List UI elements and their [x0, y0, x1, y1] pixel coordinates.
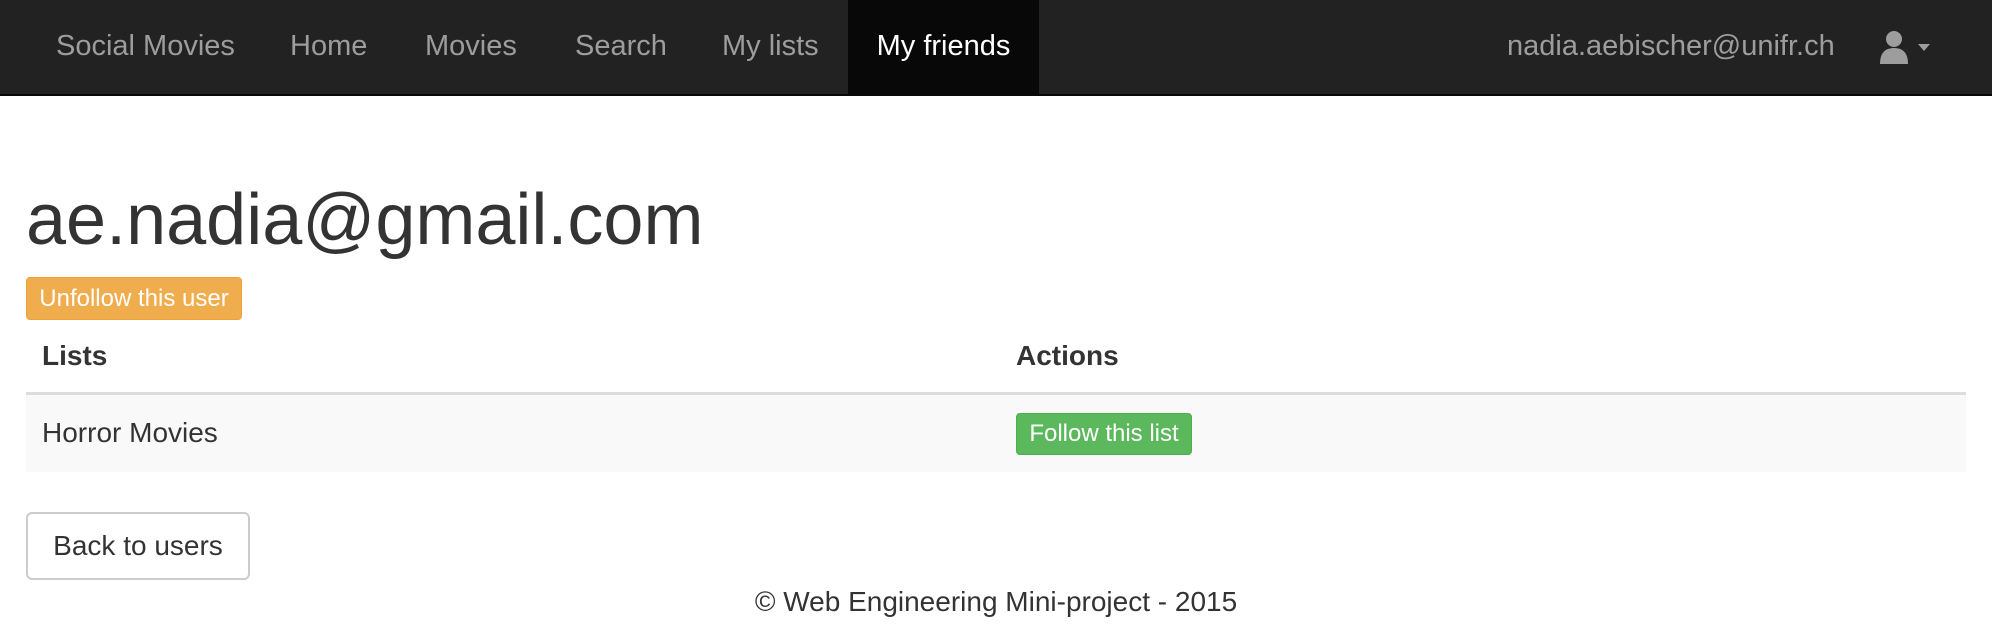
unfollow-user-button[interactable]: Unfollow this user: [26, 277, 242, 320]
back-to-users-button[interactable]: Back to users: [26, 512, 250, 580]
page-title: ae.nadia@gmail.com: [26, 180, 704, 260]
table-row: Horror Movies Follow this list: [26, 395, 1966, 472]
brand-link[interactable]: Social Movies: [56, 0, 235, 94]
caret-down-icon: [1918, 44, 1930, 51]
footer-text: © Web Engineering Mini-project - 2015: [754, 586, 1238, 617]
user-email-link[interactable]: nadia.aebischer@unifr.ch: [1507, 0, 1835, 94]
nav-item-home[interactable]: Home: [290, 0, 367, 94]
nav-item-my-friends[interactable]: My friends: [848, 0, 1039, 94]
list-name-cell: Horror Movies: [42, 417, 218, 448]
user-icon: [1880, 31, 1930, 64]
follow-list-button[interactable]: Follow this list: [1016, 413, 1192, 455]
table-header-lists: Lists: [42, 340, 108, 371]
user-menu-dropdown[interactable]: [1878, 30, 1938, 66]
nav-item-movies[interactable]: Movies: [425, 0, 517, 94]
nav-item-my-lists[interactable]: My lists: [722, 0, 819, 94]
table-header-actions: Actions: [1016, 340, 1119, 371]
nav-item-search[interactable]: Search: [575, 0, 667, 94]
top-navbar: Social Movies Home Movies Search My list…: [0, 0, 1992, 96]
